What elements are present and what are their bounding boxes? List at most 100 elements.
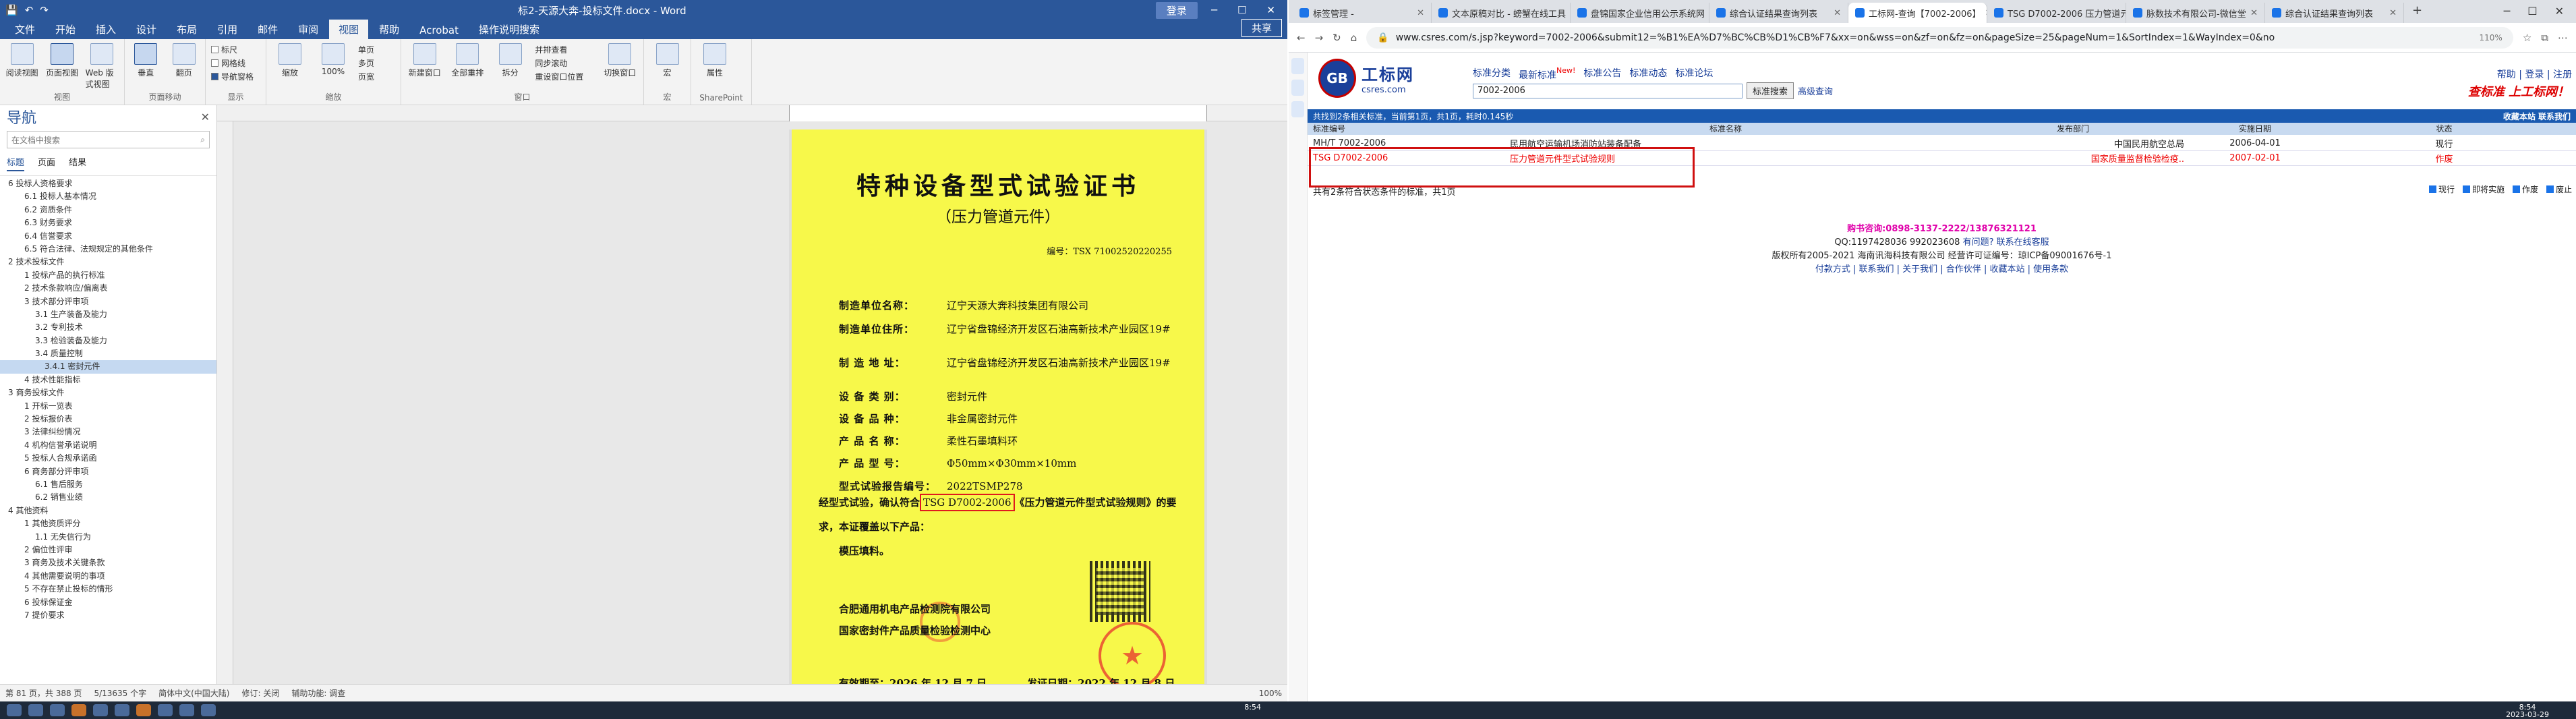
accessibility[interactable]: 辅助功能: 调查 [291, 687, 345, 699]
start-icon[interactable] [7, 704, 22, 716]
ribbon-tab[interactable]: 引用 [208, 20, 247, 39]
nav-latest[interactable]: 最新标准New! [1519, 66, 1575, 82]
search-icon[interactable]: ⌕ [200, 135, 205, 145]
nav-heading-item[interactable]: 1.1 无失信行为 [0, 531, 216, 544]
zoom-level[interactable]: 100% [1259, 689, 1282, 698]
nav-heading-item[interactable]: 3 商务及技术关键条款 [0, 556, 216, 569]
one-page-button[interactable]: 单页 [358, 43, 374, 57]
app-icon[interactable] [115, 704, 129, 716]
nav-heading-item[interactable]: 4 技术性能指标 [0, 374, 216, 386]
advanced-search-link[interactable]: 高级查询 [1798, 84, 1833, 97]
nav-heading-item[interactable]: 3.2 专利技术 [0, 321, 216, 334]
sidebar-tools-icon[interactable] [1291, 101, 1304, 117]
nav-heading-item[interactable]: 3.4.1 密封元件 [0, 360, 216, 374]
home-icon[interactable]: ⌂ [1351, 32, 1357, 44]
nav-heading-item[interactable]: 6 商务部分评审项 [0, 465, 216, 478]
sidebar-search-icon[interactable] [1291, 80, 1304, 96]
ribbon-tab[interactable]: 帮助 [370, 20, 409, 39]
app-icon[interactable] [201, 704, 216, 716]
close-tab-icon[interactable]: ✕ [1417, 8, 1424, 18]
close-icon[interactable]: ✕ [1260, 4, 1282, 16]
favorites-icon[interactable]: ☆ [2523, 32, 2531, 44]
ribbon-tab[interactable]: 开始 [46, 20, 85, 39]
nav-notice[interactable]: 标准公告 [1583, 66, 1621, 82]
filter-checkbox[interactable]: 废止 [2546, 183, 2572, 195]
tab-results[interactable]: 结果 [69, 155, 86, 171]
ruler-checkbox[interactable]: 标尺 [211, 43, 260, 57]
clock-left[interactable]: 8:54 [1244, 703, 1261, 711]
close-icon[interactable]: ✕ [2555, 5, 2564, 18]
close-tab-icon[interactable]: ✕ [2250, 8, 2258, 18]
nav-heading-item[interactable]: 6.3 财务要求 [0, 217, 216, 229]
minimize-icon[interactable]: ─ [2504, 5, 2511, 18]
vertical-ruler[interactable] [217, 121, 233, 684]
close-tab-icon[interactable]: ✕ [1834, 8, 1841, 18]
filter-checkbox[interactable]: 现行 [2428, 183, 2455, 195]
nav-heading-item[interactable]: 5 不存在禁止投标的情形 [0, 583, 216, 596]
browser-tab[interactable]: 脉数技术有限公司-微信堂 ✕ [2126, 3, 2265, 23]
nav-heading-item[interactable]: 6.2 资质条件 [0, 204, 216, 217]
maximize-icon[interactable]: ☐ [1231, 4, 1253, 16]
site-search-button[interactable]: 标准搜索 [1747, 82, 1794, 99]
account-links[interactable]: 帮助 | 登录 | 注册 [2497, 67, 2572, 81]
clock[interactable]: 8:54 2023-03-29 [2506, 703, 2549, 718]
nav-heading-item[interactable]: 5 投标人合规承诺函 [0, 452, 216, 465]
ribbon-tab[interactable]: 审阅 [289, 20, 328, 39]
nav-heading-item[interactable]: 1 开标一览表 [0, 400, 216, 413]
nav-heading-item[interactable]: 1 其他资质评分 [0, 517, 216, 530]
browser-tab[interactable]: 盘锦国家企业信用公示系统网✕ [1571, 3, 1709, 23]
browser-tab[interactable]: 综合认证结果查询列表 ✕ [1709, 3, 1848, 23]
app-icon[interactable] [179, 704, 194, 716]
page-count[interactable]: 第 81 页，共 388 页 [5, 687, 82, 699]
sidebar-star-icon[interactable] [1291, 58, 1304, 74]
browser-tab[interactable]: 标签管理 - ✕ [1293, 3, 1432, 23]
nav-heading-item[interactable]: 2 技术投标文件 [0, 256, 216, 268]
minimize-icon[interactable]: ─ [1204, 4, 1224, 16]
reset-window-button[interactable]: 重设窗口位置 [535, 70, 595, 84]
nav-heading-item[interactable]: 4 机构信誉承诺说明 [0, 439, 216, 452]
nav-heading-item[interactable]: 4 其他需要说明的事项 [0, 570, 216, 583]
nav-heading-item[interactable]: 6.2 销售业绩 [0, 491, 216, 504]
forward-icon[interactable]: → [1315, 32, 1324, 44]
track-changes[interactable]: 修订: 关闭 [241, 687, 279, 699]
ribbon-tab[interactable]: 文件 [5, 20, 45, 39]
ribbon-tab[interactable]: 视图 [329, 20, 369, 39]
nav-news[interactable]: 标准动态 [1629, 66, 1667, 82]
nav-heading-item[interactable]: 6.4 信誉要求 [0, 230, 216, 243]
nav-heading-item[interactable]: 6.5 符合法律、法规规定的其他条件 [0, 243, 216, 256]
nav-heading-item[interactable]: 2 偏位性评审 [0, 544, 216, 556]
close-pane-icon[interactable]: ✕ [201, 111, 210, 123]
tab-pages[interactable]: 页面 [38, 155, 55, 171]
back-icon[interactable]: ← [1297, 32, 1306, 44]
redo-icon[interactable]: ↷ [40, 4, 49, 16]
search-icon[interactable] [28, 704, 43, 716]
ribbon-tab[interactable]: 操作说明搜索 [469, 20, 549, 39]
browser-tab[interactable]: 工标网-查询【7002-2006】✕ [1848, 3, 1987, 23]
filter-checkbox[interactable]: 即将实施 [2462, 183, 2505, 195]
extensions-icon[interactable]: ⧉ [2541, 32, 2548, 44]
site-logo[interactable]: GB 工标网 csres.com [1318, 57, 1446, 100]
nav-heading-item[interactable]: 6.1 售后服务 [0, 478, 216, 491]
ribbon-tab[interactable]: 设计 [127, 20, 166, 39]
zoom-indicator[interactable]: 110% [2480, 33, 2502, 42]
nav-heading-item[interactable]: 2 技术条款响应/偏离表 [0, 282, 216, 295]
app-icon[interactable] [71, 704, 86, 716]
view-side-by-side-button[interactable]: 并排查看 [535, 43, 595, 57]
nav-heading-item[interactable]: 6.1 投标人基本情况 [0, 190, 216, 203]
nav-heading-item[interactable]: 1 投标产品的执行标准 [0, 269, 216, 282]
nav-heading-item[interactable]: 2 投标报价表 [0, 413, 216, 426]
footer-links[interactable]: 付款方式 | 联系我们 | 关于我们 | 合作伙伴 | 收藏本站 | 使用条款 [1308, 263, 2576, 277]
browser-tab[interactable]: TSG D7002-2006 压力管道元件✕ [1987, 3, 2126, 23]
word-count[interactable]: 5/13635 个字 [94, 687, 146, 699]
share-button[interactable]: 共享 [1241, 19, 1282, 37]
nav-heading-item[interactable]: 3 商务投标文件 [0, 386, 216, 399]
autosave-icon[interactable]: 💾 [5, 4, 18, 16]
nav-heading-item[interactable]: 4 其他资料 [0, 505, 216, 517]
url-input[interactable]: 🔒 www.csres.com/s.jsp?keyword=7002-2006&… [1366, 26, 2513, 49]
reload-icon[interactable]: ↻ [1333, 32, 1341, 44]
app-icon[interactable] [158, 704, 173, 716]
nav-heading-item[interactable]: 3 技术部分评审项 [0, 295, 216, 308]
page-width-button[interactable]: 页宽 [358, 70, 374, 84]
multiple-pages-button[interactable]: 多页 [358, 57, 374, 70]
browser-tab[interactable]: 综合认证结果查询列表 ✕ [2265, 3, 2404, 23]
